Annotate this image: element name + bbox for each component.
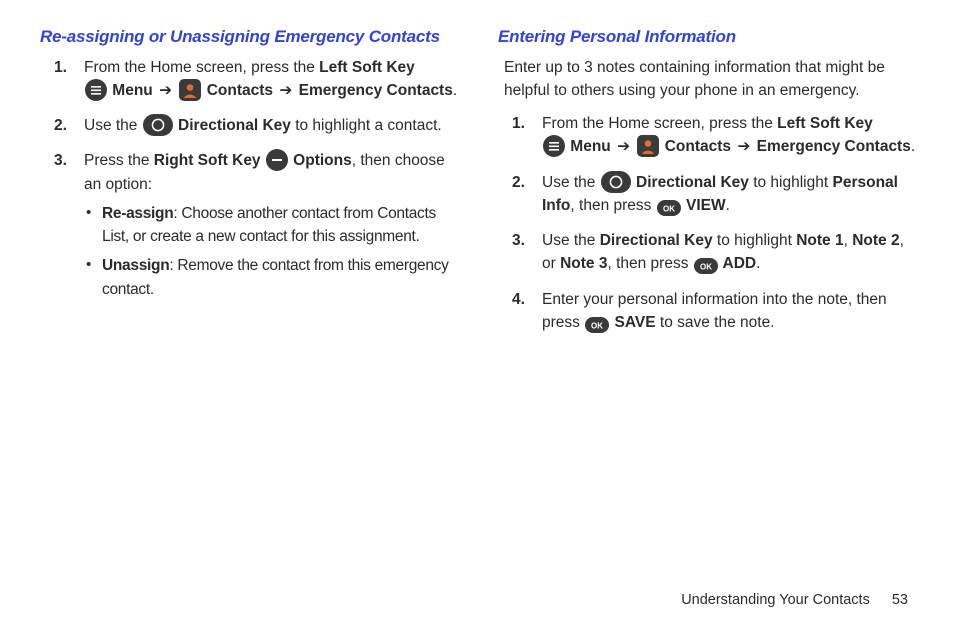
step-1: 1. From the Home screen, press the Left … bbox=[512, 112, 918, 159]
period: . bbox=[453, 82, 457, 99]
section-heading-left: Re-assigning or Unassigning Emergency Co… bbox=[40, 24, 460, 50]
step-number: 3. bbox=[54, 149, 67, 172]
contacts-icon bbox=[637, 135, 659, 157]
left-steps: 1. From the Home screen, press the Left … bbox=[40, 56, 460, 301]
left-column: Re-assigning or Unassigning Emergency Co… bbox=[40, 24, 460, 346]
add-label: ADD bbox=[719, 255, 756, 272]
view-label: VIEW bbox=[682, 197, 726, 214]
text: , then press bbox=[607, 255, 692, 272]
footer-section-title: Understanding Your Contacts bbox=[681, 592, 870, 608]
directional-key-icon bbox=[143, 114, 173, 136]
contacts-label: Contacts bbox=[202, 82, 277, 99]
menu-icon bbox=[543, 135, 565, 157]
directional-key-icon bbox=[601, 171, 631, 193]
softkey-icon bbox=[266, 149, 288, 171]
text: Use the bbox=[542, 174, 600, 191]
note3-label: Note 3 bbox=[560, 255, 607, 272]
text: Use the bbox=[542, 232, 600, 249]
text: to highlight a contact. bbox=[291, 117, 442, 134]
contacts-icon bbox=[179, 79, 201, 101]
arrow-icon: ➔ bbox=[617, 138, 630, 155]
text: to highlight bbox=[713, 232, 797, 249]
arrow-icon: ➔ bbox=[159, 82, 172, 99]
text: , then press bbox=[570, 197, 655, 214]
step-2: 2. Use the Directional Key to highlight … bbox=[54, 114, 460, 137]
directional-key-label: Directional Key bbox=[600, 232, 713, 249]
note1-label: Note 1 bbox=[796, 232, 843, 249]
step-3: 3. Use the Directional Key to highlight … bbox=[512, 229, 918, 276]
intro-text: Enter up to 3 notes containing informati… bbox=[504, 56, 918, 103]
ok-icon bbox=[657, 200, 681, 216]
menu-label: Menu bbox=[108, 82, 157, 99]
period: . bbox=[911, 138, 915, 155]
options-label: Options bbox=[289, 152, 352, 169]
bullet-reassign: Re-assign: Choose another contact from C… bbox=[84, 202, 460, 249]
step-number: 2. bbox=[512, 171, 525, 194]
right-column: Entering Personal Information Enter up t… bbox=[498, 24, 918, 346]
step-number: 4. bbox=[512, 288, 525, 311]
step-3: 3. Press the Right Soft Key Options, the… bbox=[54, 149, 460, 301]
section-heading-right: Entering Personal Information bbox=[498, 24, 918, 50]
right-steps: 1. From the Home screen, press the Left … bbox=[498, 112, 918, 334]
emergency-contacts-label: Emergency Contacts bbox=[752, 138, 911, 155]
unassign-label: Unassign bbox=[102, 257, 169, 274]
text: From the Home screen, press the bbox=[542, 115, 777, 132]
period: . bbox=[726, 197, 730, 214]
step-2: 2. Use the Directional Key to highlight … bbox=[512, 171, 918, 218]
bullet-unassign: Unassign: Remove the contact from this e… bbox=[84, 254, 460, 301]
ok-icon bbox=[585, 317, 609, 333]
reassign-label: Re-assign bbox=[102, 205, 173, 222]
arrow-icon: ➔ bbox=[279, 82, 292, 99]
directional-key-label: Directional Key bbox=[174, 117, 291, 134]
right-soft-key-label: Right Soft Key bbox=[154, 152, 261, 169]
arrow-icon: ➔ bbox=[737, 138, 750, 155]
page-footer: Understanding Your Contacts 53 bbox=[681, 590, 908, 612]
step-number: 2. bbox=[54, 114, 67, 137]
menu-icon bbox=[85, 79, 107, 101]
save-label: SAVE bbox=[610, 314, 655, 331]
emergency-contacts-label: Emergency Contacts bbox=[294, 82, 453, 99]
manual-page: Re-assigning or Unassigning Emergency Co… bbox=[0, 0, 954, 636]
text: From the Home screen, press the bbox=[84, 59, 319, 76]
step-4: 4. Enter your personal information into … bbox=[512, 288, 918, 335]
step-1: 1. From the Home screen, press the Left … bbox=[54, 56, 460, 103]
left-soft-key-label: Left Soft Key bbox=[777, 115, 873, 132]
text: Use the bbox=[84, 117, 142, 134]
period: . bbox=[756, 255, 760, 272]
text: , bbox=[844, 232, 853, 249]
text: to save the note. bbox=[656, 314, 775, 331]
page-number: 53 bbox=[892, 592, 908, 608]
step-number: 3. bbox=[512, 229, 525, 252]
contacts-label: Contacts bbox=[660, 138, 735, 155]
note2-label: Note 2 bbox=[852, 232, 899, 249]
ok-icon bbox=[694, 258, 718, 274]
text: to highlight bbox=[749, 174, 833, 191]
text: Press the bbox=[84, 152, 154, 169]
directional-key-label: Directional Key bbox=[632, 174, 749, 191]
step-number: 1. bbox=[512, 112, 525, 135]
left-soft-key-label: Left Soft Key bbox=[319, 59, 415, 76]
menu-label: Menu bbox=[566, 138, 615, 155]
step-number: 1. bbox=[54, 56, 67, 79]
two-column-layout: Re-assigning or Unassigning Emergency Co… bbox=[40, 24, 914, 346]
